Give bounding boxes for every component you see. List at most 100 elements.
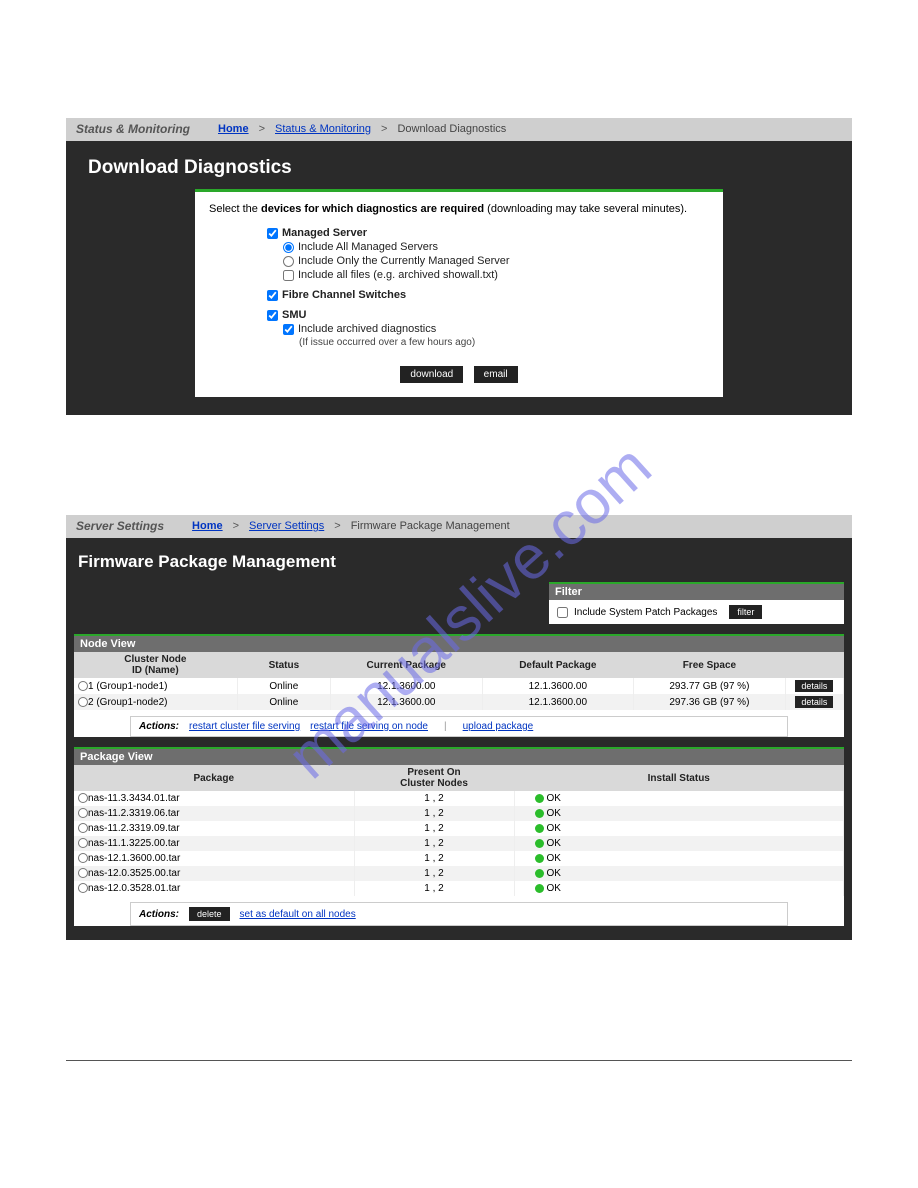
restart-node-link[interactable]: restart file serving on node: [310, 721, 428, 732]
managed-server-row: Managed Server: [267, 227, 713, 239]
breadcrumb-current: Download Diagnostics: [397, 123, 506, 135]
cell-install-status: OK: [514, 821, 844, 836]
page-title: Download Diagnostics: [88, 157, 834, 179]
managed-server-checkbox[interactable]: [267, 228, 278, 239]
cell-default: 12.1.3600.00: [482, 678, 634, 694]
breadcrumb-current: Firmware Package Management: [351, 520, 510, 532]
package-select-radio[interactable]: [78, 883, 88, 893]
cell-package: nas-12.0.3528.01.tar: [74, 881, 354, 896]
breadcrumb-sep: >: [259, 123, 265, 135]
actions-label: Actions:: [139, 721, 179, 732]
upload-package-link[interactable]: upload package: [463, 721, 534, 732]
cell-install-status: OK: [514, 791, 844, 806]
restart-cluster-link[interactable]: restart cluster file serving: [189, 721, 300, 732]
details-button[interactable]: details: [795, 680, 833, 692]
smu-archived-checkbox[interactable]: [283, 324, 294, 335]
status-ok-icon: [535, 809, 544, 818]
cell-package: nas-11.2.3319.09.tar: [74, 821, 354, 836]
cell-id: 1 (Group1-node1): [74, 678, 237, 694]
filter-header: Filter: [549, 584, 844, 600]
smu-label: SMU: [282, 309, 306, 321]
col-present-on: Present On Cluster Nodes: [354, 765, 514, 791]
status-ok-icon: [535, 854, 544, 863]
table-row: nas-11.2.3319.09.tar1 , 2OK: [74, 821, 844, 836]
cell-status: Online: [237, 678, 330, 694]
cell-package: nas-11.1.3225.00.tar: [74, 836, 354, 851]
section-title: Server Settings: [76, 519, 164, 533]
package-select-radio[interactable]: [78, 808, 88, 818]
col-default-package: Default Package: [482, 652, 634, 678]
col-free-space: Free Space: [634, 652, 786, 678]
instruction-text: Select the devices for which diagnostics…: [205, 200, 713, 225]
breadcrumb-home-link[interactable]: Home: [192, 520, 223, 532]
table-row: nas-12.1.3600.00.tar1 , 2OK: [74, 851, 844, 866]
smu-checkbox[interactable]: [267, 310, 278, 321]
include-all-label: Include All Managed Servers: [298, 241, 438, 253]
package-view-table: Package Present On Cluster Nodes Install…: [74, 765, 844, 896]
actions-label: Actions:: [139, 909, 179, 920]
col-line2: ID (Name): [132, 665, 179, 676]
cell-details: details: [785, 678, 843, 694]
delete-button[interactable]: delete: [189, 907, 230, 921]
download-button[interactable]: download: [400, 366, 463, 383]
package-select-radio[interactable]: [78, 868, 88, 878]
status-ok-icon: [535, 869, 544, 878]
node-select-radio[interactable]: [78, 681, 88, 691]
fc-switches-label: Fibre Channel Switches: [282, 289, 406, 301]
cell-install-status: OK: [514, 866, 844, 881]
status-ok-icon: [535, 884, 544, 893]
package-select-radio[interactable]: [78, 838, 88, 848]
footer-rule: [66, 1060, 852, 1061]
breadcrumb-server-settings-link[interactable]: Server Settings: [249, 520, 324, 532]
cell-current: 12.1.3600.00: [330, 678, 482, 694]
package-select-radio[interactable]: [78, 823, 88, 833]
breadcrumb: Server Settings Home > Server Settings >…: [66, 515, 852, 538]
page-title: Firmware Package Management: [78, 552, 844, 572]
package-view: Package View Package Present On Cluster …: [74, 747, 844, 926]
node-view-actions: Actions: restart cluster file serving re…: [130, 716, 788, 737]
table-row: 2 (Group1-node2)Online12.1.3600.0012.1.3…: [74, 694, 844, 710]
set-default-link[interactable]: set as default on all nodes: [240, 909, 356, 920]
include-only-radio[interactable]: [283, 256, 294, 267]
actions-divider: |: [438, 721, 453, 732]
breadcrumb: Status & Monitoring Home > Status & Moni…: [66, 118, 852, 141]
package-select-radio[interactable]: [78, 793, 88, 803]
cell-id: 2 (Group1-node2): [74, 694, 237, 710]
details-button[interactable]: details: [795, 696, 833, 708]
node-select-radio[interactable]: [78, 697, 88, 707]
include-only-label: Include Only the Currently Managed Serve…: [298, 255, 510, 267]
breadcrumb-status-link[interactable]: Status & Monitoring: [275, 123, 371, 135]
table-row: 1 (Group1-node1)Online12.1.3600.0012.1.3…: [74, 678, 844, 694]
breadcrumb-sep: >: [233, 520, 239, 532]
col-line1: Present On: [407, 767, 460, 778]
download-diagnostics-panel: Status & Monitoring Home > Status & Moni…: [66, 118, 852, 415]
status-ok-icon: [535, 839, 544, 848]
col-blank: [785, 652, 843, 678]
node-view-table: Cluster Node ID (Name) Status Current Pa…: [74, 652, 844, 710]
include-all-radio[interactable]: [283, 242, 294, 253]
breadcrumb-sep: >: [381, 123, 387, 135]
cell-nodes: 1 , 2: [354, 791, 514, 806]
cell-free: 293.77 GB (97 %): [634, 678, 786, 694]
smu-hint: (If issue occurred over a few hours ago): [267, 337, 713, 348]
managed-server-label: Managed Server: [282, 227, 367, 239]
cell-install-status: OK: [514, 851, 844, 866]
package-view-actions: Actions: delete set as default on all no…: [130, 902, 788, 926]
cell-install-status: OK: [514, 881, 844, 896]
instr-prefix: Select the: [209, 203, 261, 215]
section-title: Status & Monitoring: [76, 122, 190, 136]
filter-button[interactable]: filter: [729, 605, 762, 619]
table-row: nas-12.0.3525.00.tar1 , 2OK: [74, 866, 844, 881]
include-all-files-checkbox[interactable]: [283, 270, 294, 281]
include-system-patch-label: Include System Patch Packages: [574, 607, 717, 618]
breadcrumb-home-link[interactable]: Home: [218, 123, 249, 135]
status-ok-icon: [535, 794, 544, 803]
fc-switches-checkbox[interactable]: [267, 290, 278, 301]
cell-status: Online: [237, 694, 330, 710]
package-select-radio[interactable]: [78, 853, 88, 863]
cell-nodes: 1 , 2: [354, 821, 514, 836]
cell-nodes: 1 , 2: [354, 881, 514, 896]
email-button[interactable]: email: [474, 366, 518, 383]
include-system-patch-checkbox[interactable]: [557, 607, 568, 618]
col-cluster-node: Cluster Node ID (Name): [74, 652, 237, 678]
